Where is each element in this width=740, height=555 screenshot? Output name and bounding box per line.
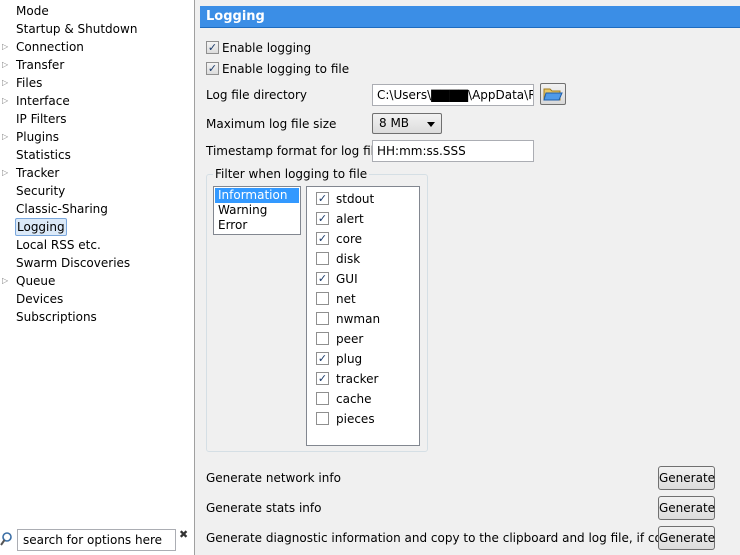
timestamp-field[interactable]: HH:mm:ss.SSS	[372, 140, 534, 162]
magnifier-icon	[0, 532, 12, 546]
caret-down-icon	[427, 122, 435, 127]
category-checkbox[interactable]	[316, 392, 329, 405]
generate-network-info-button[interactable]: Generate	[658, 466, 715, 490]
category-checkbox[interactable]: ✓	[316, 192, 329, 205]
category-checkbox[interactable]	[316, 312, 329, 325]
category-label: tracker	[336, 372, 379, 386]
sidebar-item-label: Statistics	[16, 148, 71, 162]
category-checkbox[interactable]	[316, 252, 329, 265]
sidebar-item-label: Plugins	[16, 130, 59, 144]
expand-arrow-icon[interactable]: ▷	[2, 56, 12, 74]
browse-folder-button[interactable]	[540, 83, 566, 105]
timestamp-label: Timestamp format for log files	[206, 144, 388, 158]
list-item[interactable]: Warning	[215, 203, 299, 218]
sidebar-item-label: Startup & Shutdown	[16, 22, 138, 36]
category-label: disk	[336, 252, 361, 266]
clear-search-icon[interactable]: ✖	[179, 528, 188, 541]
sidebar-item-label: Tracker	[16, 166, 60, 180]
search-input[interactable]	[17, 529, 176, 551]
sidebar-item-label: Interface	[16, 94, 70, 108]
stats-info-label: Generate stats info	[206, 501, 322, 515]
expand-arrow-icon[interactable]: ▷	[2, 74, 12, 92]
category-label: cache	[336, 392, 372, 406]
enable-logging-file-checkbox[interactable]: ✓	[206, 62, 219, 75]
sidebar-item-label: Security	[16, 184, 66, 198]
sidebar: Mode Startup & Shutdown ▷ Connection ▷ T…	[0, 0, 195, 555]
max-size-select[interactable]: 8 MB	[372, 113, 442, 134]
enable-logging-label: Enable logging	[222, 41, 312, 55]
level-list[interactable]: Information Warning Error	[213, 186, 301, 235]
category-checkbox[interactable]: ✓	[316, 272, 329, 285]
category-label: core	[336, 232, 362, 246]
log-dir-label: Log file directory	[206, 88, 308, 102]
generate-diagnostic-button[interactable]: Generate	[658, 526, 715, 550]
category-checkbox[interactable]: ✓	[316, 352, 329, 365]
category-label: nwman	[336, 312, 381, 326]
filter-group-title: Filter when logging to file	[213, 166, 370, 182]
log-dir-field[interactable]: C:\Users\▇▇▇▇\AppData\Ro	[372, 84, 534, 106]
folder-open-icon	[543, 88, 563, 101]
category-label: pieces	[336, 412, 375, 426]
max-size-value: 8 MB	[379, 116, 410, 130]
category-checkbox[interactable]: ✓	[316, 232, 329, 245]
category-checkbox[interactable]	[316, 292, 329, 305]
sidebar-item-label: Connection	[16, 40, 84, 54]
list-item[interactable]: Information	[215, 188, 299, 203]
category-label: peer	[336, 332, 364, 346]
expand-arrow-icon[interactable]: ▷	[2, 92, 12, 110]
expand-arrow-icon[interactable]: ▷	[2, 38, 12, 56]
enable-logging-checkbox[interactable]: ✓	[206, 41, 219, 54]
sidebar-item-label: Files	[16, 76, 43, 90]
sidebar-item-label: Logging	[15, 218, 67, 236]
sidebar-item-label: Mode	[16, 4, 49, 18]
sidebar-item-label: Local RSS etc.	[16, 238, 101, 252]
sidebar-item-label: Transfer	[16, 58, 65, 72]
category-checkbox[interactable]: ✓	[316, 212, 329, 225]
generate-stats-info-button[interactable]: Generate	[658, 496, 715, 520]
sidebar-item-label: Subscriptions	[16, 310, 97, 324]
sidebar-item-label: Classic-Sharing	[16, 202, 108, 216]
category-checkbox[interactable]: ✓	[316, 372, 329, 385]
category-checkbox[interactable]	[316, 332, 329, 345]
sidebar-item-label: IP Filters	[16, 112, 67, 126]
category-label: stdout	[336, 192, 375, 206]
diagnostic-info-label: Generate diagnostic information and copy…	[206, 531, 712, 545]
category-label: plug	[336, 352, 363, 366]
category-label: alert	[336, 212, 364, 226]
category-label: net	[336, 292, 356, 306]
category-label: GUI	[336, 272, 358, 286]
enable-logging-file-label: Enable logging to file	[222, 62, 350, 76]
page-title: Logging	[200, 6, 740, 28]
sidebar-item-label: Devices	[16, 292, 64, 306]
category-checkbox[interactable]	[316, 412, 329, 425]
expand-arrow-icon[interactable]: ▷	[2, 272, 12, 290]
expand-arrow-icon[interactable]: ▷	[2, 164, 12, 182]
category-list[interactable]: ✓ stdout ✓ alert ✓ core disk ✓ GUI net n…	[306, 186, 420, 446]
network-info-label: Generate network info	[206, 471, 341, 485]
list-item[interactable]: Error	[215, 218, 299, 233]
sidebar-item-label: Swarm Discoveries	[16, 256, 131, 270]
max-size-label: Maximum log file size	[206, 117, 337, 131]
expand-arrow-icon[interactable]: ▷	[2, 128, 12, 146]
sidebar-item-label: Queue	[16, 274, 56, 288]
